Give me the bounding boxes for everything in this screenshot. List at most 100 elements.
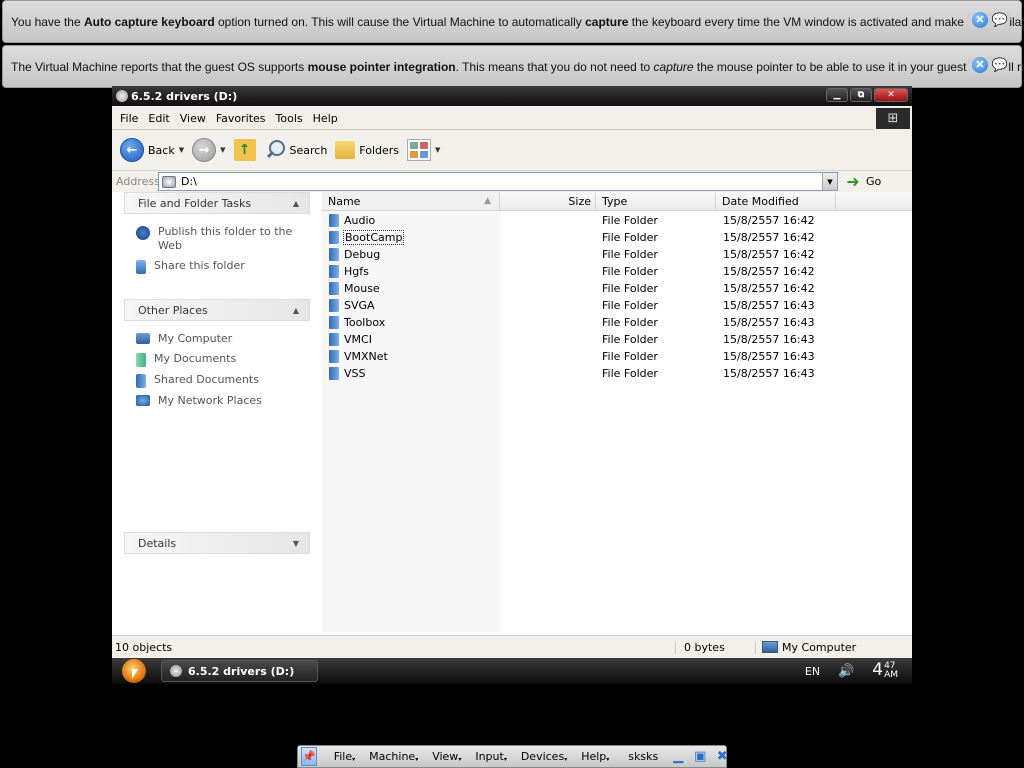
- sort-ascending-icon: ▲: [484, 196, 491, 206]
- collapse-icon[interactable]: ▲: [289, 303, 303, 317]
- place-label: My Documents: [154, 352, 237, 365]
- panel-header[interactable]: Other Places ▲: [124, 299, 310, 321]
- minimize-icon[interactable]: ▁: [670, 749, 686, 765]
- place-my-computer[interactable]: My Computer: [136, 329, 310, 349]
- language-indicator[interactable]: EN: [805, 665, 820, 678]
- collapse-icon[interactable]: ▲: [289, 196, 303, 210]
- exit-fullscreen-icon[interactable]: ▣: [692, 749, 708, 765]
- file-name: VMXNet: [344, 350, 388, 363]
- menu-favorites[interactable]: Favorites: [211, 112, 271, 125]
- status-location: My Computer: [755, 640, 856, 654]
- column-label: Size: [568, 194, 591, 208]
- menu-edit[interactable]: Edit: [143, 112, 174, 125]
- start-button[interactable]: [122, 659, 146, 683]
- file-row[interactable]: SVGA File Folder 15/8/2557 16:43: [322, 297, 912, 314]
- file-type: File Folder: [602, 248, 658, 261]
- file-type: File Folder: [602, 265, 658, 278]
- file-date: 15/8/2557 16:43: [723, 350, 815, 363]
- clock[interactable]: 4 47 AM: [872, 662, 898, 680]
- chevron-down-icon[interactable]: ▼: [435, 146, 440, 154]
- drive-icon: [170, 665, 182, 677]
- chevron-down-icon[interactable]: ▼: [220, 146, 225, 154]
- menu-help[interactable]: Help: [308, 112, 343, 125]
- close-button[interactable]: ✕: [874, 88, 908, 102]
- toolbar: ← Back ▼ → ▼ ↑ Search Folders ▼: [112, 130, 912, 170]
- file-row[interactable]: VMCI File Folder 15/8/2557 16:43: [322, 331, 912, 348]
- column-date[interactable]: Date Modified: [716, 192, 836, 210]
- column-name[interactable]: Name ▲: [322, 192, 500, 210]
- task-share-folder[interactable]: Share this folder: [136, 256, 310, 277]
- publish-web-icon: [136, 226, 150, 240]
- system-tray: EN 🔊 4 47 AM: [805, 658, 912, 684]
- file-row[interactable]: VMXNet File Folder 15/8/2557 16:43: [322, 348, 912, 365]
- maximize-button[interactable]: ⧉: [850, 88, 872, 102]
- vm-menu-devices[interactable]: Devices: [514, 750, 574, 763]
- notification-segment: capture: [653, 59, 694, 74]
- vm-menu-help[interactable]: Help: [574, 750, 616, 763]
- place-shared-documents[interactable]: Shared Documents: [136, 370, 310, 391]
- file-type: File Folder: [602, 333, 658, 346]
- panel-header[interactable]: Details ▼: [124, 532, 310, 554]
- task-publish-web[interactable]: Publish this folder to the Web: [136, 222, 310, 256]
- share-folder-icon: [136, 260, 146, 274]
- views-button[interactable]: ▼: [404, 139, 443, 161]
- panel-header[interactable]: File and Folder Tasks ▲: [124, 192, 310, 214]
- my-documents-icon: [136, 353, 146, 367]
- folders-button[interactable]: Folders: [332, 141, 402, 159]
- back-button[interactable]: ← Back ▼: [117, 138, 187, 162]
- up-folder-button[interactable]: ↑: [231, 139, 259, 161]
- file-name: Audio: [344, 214, 376, 227]
- column-label: Date Modified: [722, 194, 799, 208]
- file-name: VMCI: [344, 333, 372, 346]
- task-label: Share this folder: [154, 259, 245, 272]
- vm-menu-input[interactable]: Input: [468, 750, 514, 763]
- chevron-down-icon[interactable]: ▼: [179, 146, 184, 154]
- place-network[interactable]: My Network Places: [136, 391, 310, 411]
- dont-show-again-icon[interactable]: 💬: [991, 12, 1009, 28]
- close-notification-icon[interactable]: ✕: [972, 57, 988, 73]
- file-row[interactable]: Debug File Folder 15/8/2557 16:42: [322, 246, 912, 263]
- address-input[interactable]: D:\ ▼: [158, 172, 838, 191]
- go-button[interactable]: ➜ Go: [844, 172, 881, 191]
- file-row[interactable]: VSS File Folder 15/8/2557 16:43: [322, 365, 912, 382]
- close-icon[interactable]: ✖: [714, 749, 730, 765]
- file-name-cell: Mouse: [322, 282, 596, 295]
- network-places-icon: [136, 395, 150, 406]
- speaker-icon[interactable]: 🔊: [838, 664, 854, 679]
- place-my-documents[interactable]: My Documents: [136, 349, 310, 370]
- file-type: File Folder: [602, 299, 658, 312]
- file-row[interactable]: Mouse File Folder 15/8/2557 16:42: [322, 280, 912, 297]
- column-label: Type: [602, 194, 628, 208]
- menu-file[interactable]: File: [115, 112, 143, 125]
- menu-tools[interactable]: Tools: [271, 112, 308, 125]
- folder-icon: [329, 231, 339, 244]
- file-row[interactable]: Audio File Folder 15/8/2557 16:42: [322, 212, 912, 229]
- file-row[interactable]: Hgfs File Folder 15/8/2557 16:42: [322, 263, 912, 280]
- taskbar-window-button[interactable]: 6.5.2 drivers (D:): [161, 660, 318, 682]
- minimize-button[interactable]: ▁: [826, 88, 848, 102]
- vm-name: sksks: [628, 750, 659, 763]
- close-notification-icon[interactable]: ✕: [972, 12, 988, 28]
- title-bar[interactable]: 6.5.2 drivers (D:) ▁ ⧉ ✕: [112, 86, 912, 106]
- menu-view[interactable]: View: [175, 112, 211, 125]
- pin-icon[interactable]: 📌: [301, 747, 317, 766]
- file-row[interactable]: Toolbox File Folder 15/8/2557 16:43: [322, 314, 912, 331]
- folder-up-icon: ↑: [233, 139, 256, 161]
- forward-button[interactable]: → ▼: [189, 138, 228, 162]
- file-name-cell: VMCI: [322, 333, 596, 346]
- folder-icon: [329, 316, 339, 329]
- explorer-window: 6.5.2 drivers (D:) ▁ ⧉ ✕ File Edit View …: [112, 86, 912, 658]
- file-row[interactable]: BootCamp File Folder 15/8/2557 16:42: [322, 229, 912, 246]
- search-button[interactable]: Search: [261, 139, 331, 161]
- dont-show-again-icon[interactable]: 💬: [991, 57, 1009, 73]
- vm-menu-machine[interactable]: Machine: [362, 750, 425, 763]
- vm-menu-view[interactable]: View: [425, 750, 468, 763]
- chevron-down-icon[interactable]: ▼: [822, 173, 837, 190]
- column-size[interactable]: Size: [500, 192, 596, 210]
- expand-icon[interactable]: ▼: [289, 536, 303, 550]
- status-objects: 10 objects: [115, 640, 173, 654]
- column-type[interactable]: Type: [596, 192, 716, 210]
- place-label: My Network Places: [158, 394, 262, 407]
- vm-menu-file[interactable]: File: [327, 750, 362, 763]
- file-name-cell: VMXNet: [322, 350, 596, 363]
